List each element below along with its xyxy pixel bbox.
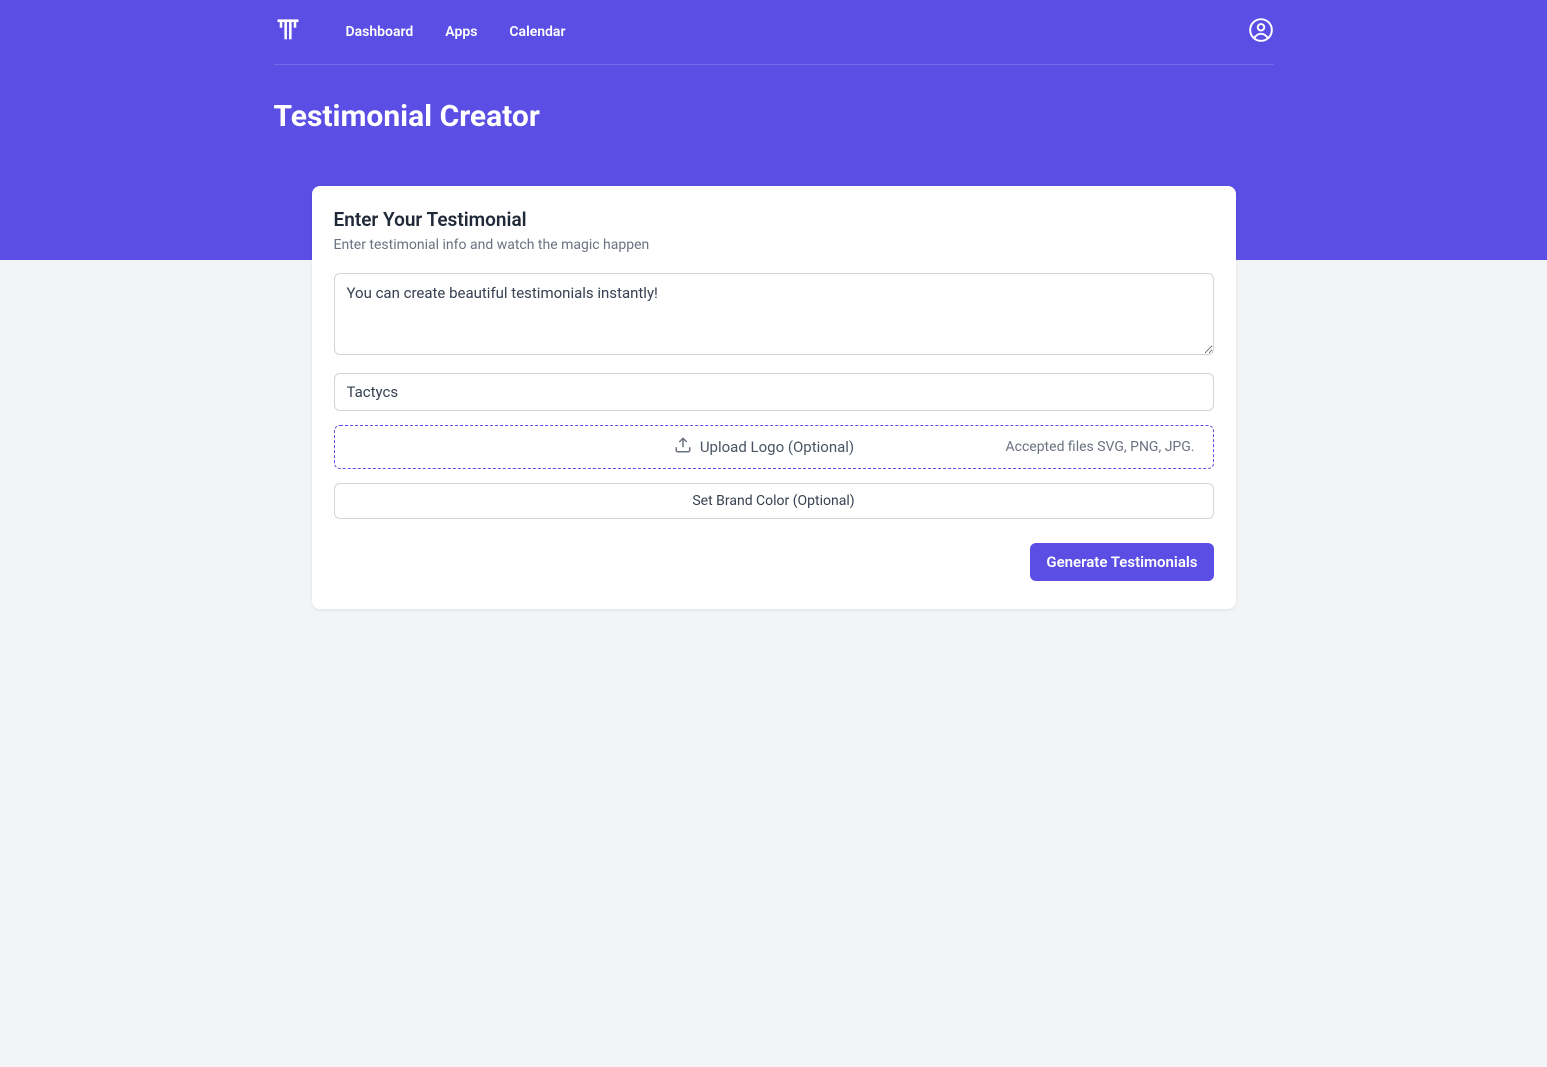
logo-icon[interactable] [274,16,302,48]
page-title: Testimonial Creator [274,99,1274,134]
navbar: Dashboard Apps Calendar [274,0,1274,65]
nav-links: Dashboard Apps Calendar [346,24,566,40]
upload-hint: Accepted files SVG, PNG, JPG. [1005,439,1194,455]
card-title: Enter Your Testimonial [334,208,1214,231]
upload-logo-zone[interactable]: Upload Logo (Optional) Accepted files SV… [334,425,1214,469]
nav-left: Dashboard Apps Calendar [274,16,566,48]
card-subtitle: Enter testimonial info and watch the mag… [334,237,1214,253]
nav-link-apps[interactable]: Apps [445,24,477,40]
card-actions: Generate Testimonials [334,543,1214,581]
company-input[interactable] [334,373,1214,411]
nav-link-calendar[interactable]: Calendar [509,24,565,40]
upload-label: Upload Logo (Optional) [700,438,854,456]
testimonial-card: Enter Your Testimonial Enter testimonial… [312,186,1236,609]
testimonial-textarea[interactable] [334,273,1214,355]
generate-button[interactable]: Generate Testimonials [1030,543,1213,581]
upload-center: Upload Logo (Optional) [674,436,854,458]
user-avatar-icon[interactable] [1248,17,1274,47]
nav-link-dashboard[interactable]: Dashboard [346,24,414,40]
brand-color-button[interactable]: Set Brand Color (Optional) [334,483,1214,519]
upload-icon [674,436,692,458]
